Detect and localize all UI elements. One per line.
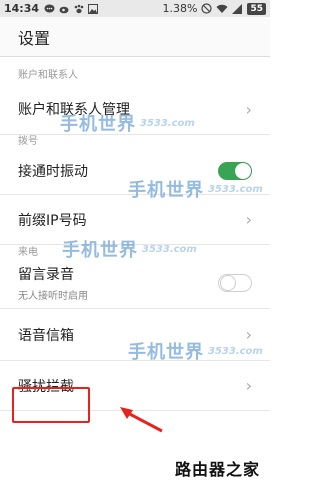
chat-bubble-icon: [44, 4, 55, 12]
section-header-label: 账户和联系人: [18, 70, 78, 81]
chevron-right-icon: ›: [245, 376, 252, 395]
weibo-icon: [59, 6, 69, 13]
paw-icon: [74, 4, 84, 13]
signal-icon: [232, 3, 243, 14]
chevron-right-icon: ›: [245, 99, 252, 119]
row-voice-mailbox[interactable]: 语音信箱 ›: [0, 309, 270, 361]
row-label: 前缀IP号码: [18, 212, 87, 229]
row-ip-prefix[interactable]: 前缀IP号码 ›: [0, 195, 270, 245]
voicemail-record-toggle[interactable]: [218, 274, 252, 292]
toggle-knob: [220, 275, 236, 291]
chevron-right-icon: ›: [245, 210, 252, 229]
app-bar: 设置: [0, 17, 270, 57]
row-label: 语音信箱: [18, 327, 74, 344]
row-voicemail-record[interactable]: 留言录音 无人接听时启用: [0, 258, 270, 309]
status-time: 14:34: [4, 2, 40, 15]
section-header-account: 账户和联系人: [0, 57, 270, 84]
row-label: 接通时振动: [18, 163, 88, 180]
section-header-incoming: 来电: [0, 245, 270, 258]
row-text-group: 留言录音 无人接听时启用: [18, 264, 88, 302]
page-title: 设置: [18, 28, 51, 48]
row-label: 账户和联系人管理: [18, 102, 130, 118]
vibrate-toggle[interactable]: [218, 161, 252, 180]
row-sublabel: 无人接听时启用: [18, 291, 88, 302]
toggle-knob: [235, 162, 251, 179]
battery-icon: 55: [247, 2, 266, 15]
wifi-icon: [216, 4, 228, 13]
status-right-group: 1.38% 55: [163, 2, 266, 15]
footer-watermark-text: 路由器之家: [174, 459, 260, 479]
row-vibrate-on-connect[interactable]: 接通时振动: [0, 147, 270, 195]
footer-watermark: 路由器之家: [0, 455, 270, 480]
row-label: 留言录音: [18, 267, 74, 283]
highlight-box: [12, 387, 90, 423]
row-account-manage[interactable]: 账户和联系人管理 ›: [0, 84, 270, 135]
battery-percent-text: 1.38%: [162, 2, 198, 15]
silent-icon: [201, 3, 213, 14]
status-bar: 14:34 1.38% 55: [0, 0, 270, 17]
section-header-label: 来电: [18, 247, 38, 258]
image-icon: [88, 3, 99, 14]
chevron-right-icon: ›: [245, 325, 252, 344]
red-arrow-icon: [120, 407, 163, 433]
section-header-dial: 拨号: [0, 135, 270, 147]
status-notification-icons: [44, 3, 99, 14]
